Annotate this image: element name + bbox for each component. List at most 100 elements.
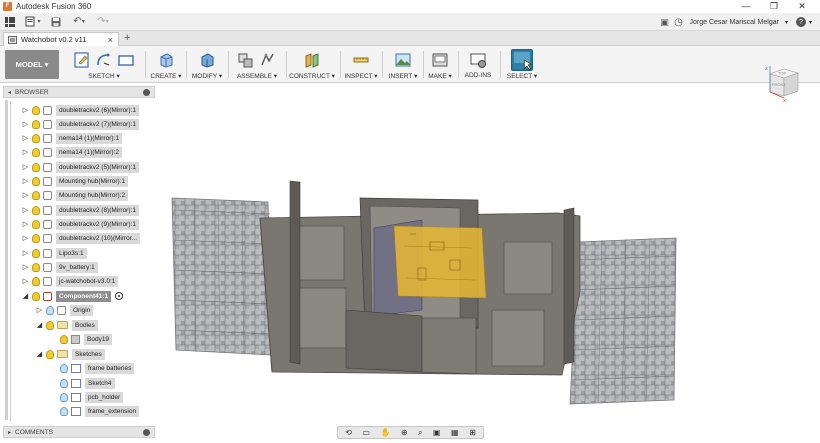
select-group[interactable]: SELECT ▾: [504, 49, 540, 81]
tree-item[interactable]: ▷ doubletrackv2 (8)(Mirror):1: [21, 204, 139, 216]
collapse-icon[interactable]: ◢: [21, 292, 30, 300]
help-icon[interactable]: ?: [795, 17, 806, 27]
expand-icon[interactable]: ▷: [21, 234, 30, 242]
visibility-bulb-icon[interactable]: [32, 119, 40, 129]
viewcube-top-label[interactable]: TOP: [778, 71, 786, 76]
visibility-bulb-icon[interactable]: [32, 248, 40, 258]
add-ins-group[interactable]: ADD-INS: [461, 49, 495, 81]
tree-item[interactable]: pcb_holder: [49, 391, 124, 403]
tree-item[interactable]: ▷ doubletrackv2 (10)(Mirror...: [21, 232, 141, 244]
tree-item[interactable]: ▷ Mounting hub(Mirror):2: [21, 189, 129, 201]
tree-item[interactable]: ◢ Bodies: [35, 319, 98, 331]
undo-button[interactable]: ↶ ▾: [67, 14, 91, 30]
collapse-icon[interactable]: ◂: [8, 89, 11, 96]
pan-icon[interactable]: ✋: [380, 428, 390, 437]
tree-item[interactable]: ▷ Origin: [35, 304, 94, 316]
expand-icon[interactable]: ▷: [21, 148, 30, 156]
fit-icon[interactable]: ⌕: [418, 428, 422, 438]
expand-icon[interactable]: ▷: [21, 134, 30, 142]
visibility-bulb-icon[interactable]: [46, 320, 54, 330]
visibility-bulb-icon[interactable]: [32, 291, 40, 301]
redo-button[interactable]: ↷ ▾: [91, 14, 115, 30]
expand-icon[interactable]: ▷: [21, 163, 30, 171]
user-name-menu[interactable]: Jorge Cesar Mariscal Melgar: [689, 19, 778, 26]
browser-panel-header[interactable]: ◂ BROWSER: [3, 86, 155, 98]
sketch-group[interactable]: SKETCH ▾: [66, 49, 142, 81]
assemble-group[interactable]: ASSEMBLE ▾: [232, 49, 282, 81]
tree-item[interactable]: ▷ doubletrackv2 (6)(Mirror):1: [21, 104, 139, 116]
tree-item[interactable]: ▷ doubletrackv2 (7)(Mirror):1: [21, 118, 139, 130]
collapse-icon[interactable]: ◢: [35, 321, 44, 329]
tree-item[interactable]: ▷ nema14 (1)(Mirror):2: [21, 146, 122, 158]
file-menu-button[interactable]: ▾: [21, 14, 45, 30]
expand-icon[interactable]: ▷: [21, 277, 30, 285]
expand-icon[interactable]: ▷: [21, 206, 30, 214]
tree-item[interactable]: frame_extension: [49, 405, 140, 417]
new-tab-icon[interactable]: +: [124, 32, 130, 44]
tree-item[interactable]: ▷ nema14 (1)(Mirror):1: [21, 132, 122, 144]
restore-button[interactable]: ❐: [760, 0, 788, 13]
visibility-bulb-icon[interactable]: [60, 406, 68, 416]
visibility-bulb-icon[interactable]: [32, 190, 40, 200]
3d-viewport[interactable]: [160, 150, 720, 410]
insert-group[interactable]: INSERT ▾: [386, 49, 420, 81]
visibility-bulb-icon[interactable]: [32, 276, 40, 286]
visibility-bulb-icon[interactable]: [32, 162, 40, 172]
close-button[interactable]: ✕: [788, 0, 816, 13]
tree-item[interactable]: ▷ Lipo3s:1: [21, 247, 87, 259]
history-icon[interactable]: ◷: [671, 14, 685, 30]
tree-item[interactable]: ▷ doubletrackv2 (9)(Mirror):1: [21, 218, 139, 230]
browser-scrollbar[interactable]: [5, 100, 8, 420]
right-track-assembly[interactable]: [569, 237, 677, 405]
add-comment-icon[interactable]: [143, 429, 150, 436]
pcb-board[interactable]: [393, 225, 487, 299]
tree-item[interactable]: ▷ jc-watchobot-v3.0:1: [21, 275, 119, 287]
tree-item[interactable]: ◢ Sketches: [35, 348, 105, 360]
viewports-icon[interactable]: ⊞: [469, 428, 476, 437]
tree-item[interactable]: frame batteries: [49, 362, 135, 374]
visibility-bulb-icon[interactable]: [46, 349, 54, 359]
look-at-icon[interactable]: ▭: [362, 428, 370, 437]
zoom-icon[interactable]: ⊕: [401, 428, 408, 437]
modify-group[interactable]: MODIFY ▾: [190, 49, 224, 81]
visibility-bulb-icon[interactable]: [32, 262, 40, 272]
tree-item[interactable]: ▷ Mounting hub(Mirror):1: [21, 175, 129, 187]
visibility-bulb-icon[interactable]: [32, 147, 40, 157]
expand-icon[interactable]: ▷: [35, 306, 44, 314]
pin-icon[interactable]: [143, 89, 150, 96]
visibility-bulb-icon[interactable]: [46, 305, 54, 315]
display-settings-icon[interactable]: ▣: [433, 428, 441, 437]
visibility-bulb-icon[interactable]: [32, 105, 40, 115]
expand-icon[interactable]: ▷: [21, 191, 30, 199]
create-group[interactable]: CREATE ▾: [150, 49, 182, 81]
visibility-bulb-icon[interactable]: [60, 392, 68, 402]
left-track-assembly[interactable]: [171, 197, 273, 356]
expand-icon[interactable]: ▷: [21, 120, 30, 128]
minimize-button[interactable]: —: [732, 0, 760, 13]
expand-icon[interactable]: ▷: [21, 106, 30, 114]
visibility-bulb-icon[interactable]: [32, 219, 40, 229]
make-group[interactable]: MAKE ▾: [426, 49, 454, 81]
expand-icon[interactable]: ▷: [21, 177, 30, 185]
visibility-bulb-icon[interactable]: [32, 205, 40, 215]
tree-item[interactable]: ▷ doubletrackv2 (5)(Mirror):1: [21, 161, 139, 173]
collapse-icon[interactable]: ◢: [35, 350, 44, 358]
visibility-bulb-icon[interactable]: [60, 334, 68, 344]
tree-item-active[interactable]: ◢ Component41:1: [21, 290, 124, 302]
construct-group[interactable]: CONSTRUCT ▾: [289, 49, 335, 81]
tree-item[interactable]: ▷ 9v_battery:1: [21, 261, 98, 273]
data-panel-grid-icon[interactable]: [5, 16, 15, 27]
viewcube[interactable]: TOP FRONT Z X: [762, 62, 802, 102]
visibility-bulb-icon[interactable]: [32, 176, 40, 186]
visibility-bulb-icon[interactable]: [32, 133, 40, 143]
grid-settings-icon[interactable]: ▦: [451, 428, 459, 437]
visibility-bulb-icon[interactable]: [60, 378, 68, 388]
viewcube-front-label[interactable]: FRONT: [772, 82, 786, 87]
save-button[interactable]: [45, 14, 67, 30]
tree-item[interactable]: Body19: [49, 333, 113, 345]
close-tab-icon[interactable]: ×: [108, 35, 113, 45]
tree-item[interactable]: Sketch4: [49, 377, 115, 389]
expand-icon[interactable]: ▷: [21, 249, 30, 257]
expand-icon[interactable]: ▷: [21, 220, 30, 228]
chat-icon[interactable]: ▣: [657, 14, 671, 30]
